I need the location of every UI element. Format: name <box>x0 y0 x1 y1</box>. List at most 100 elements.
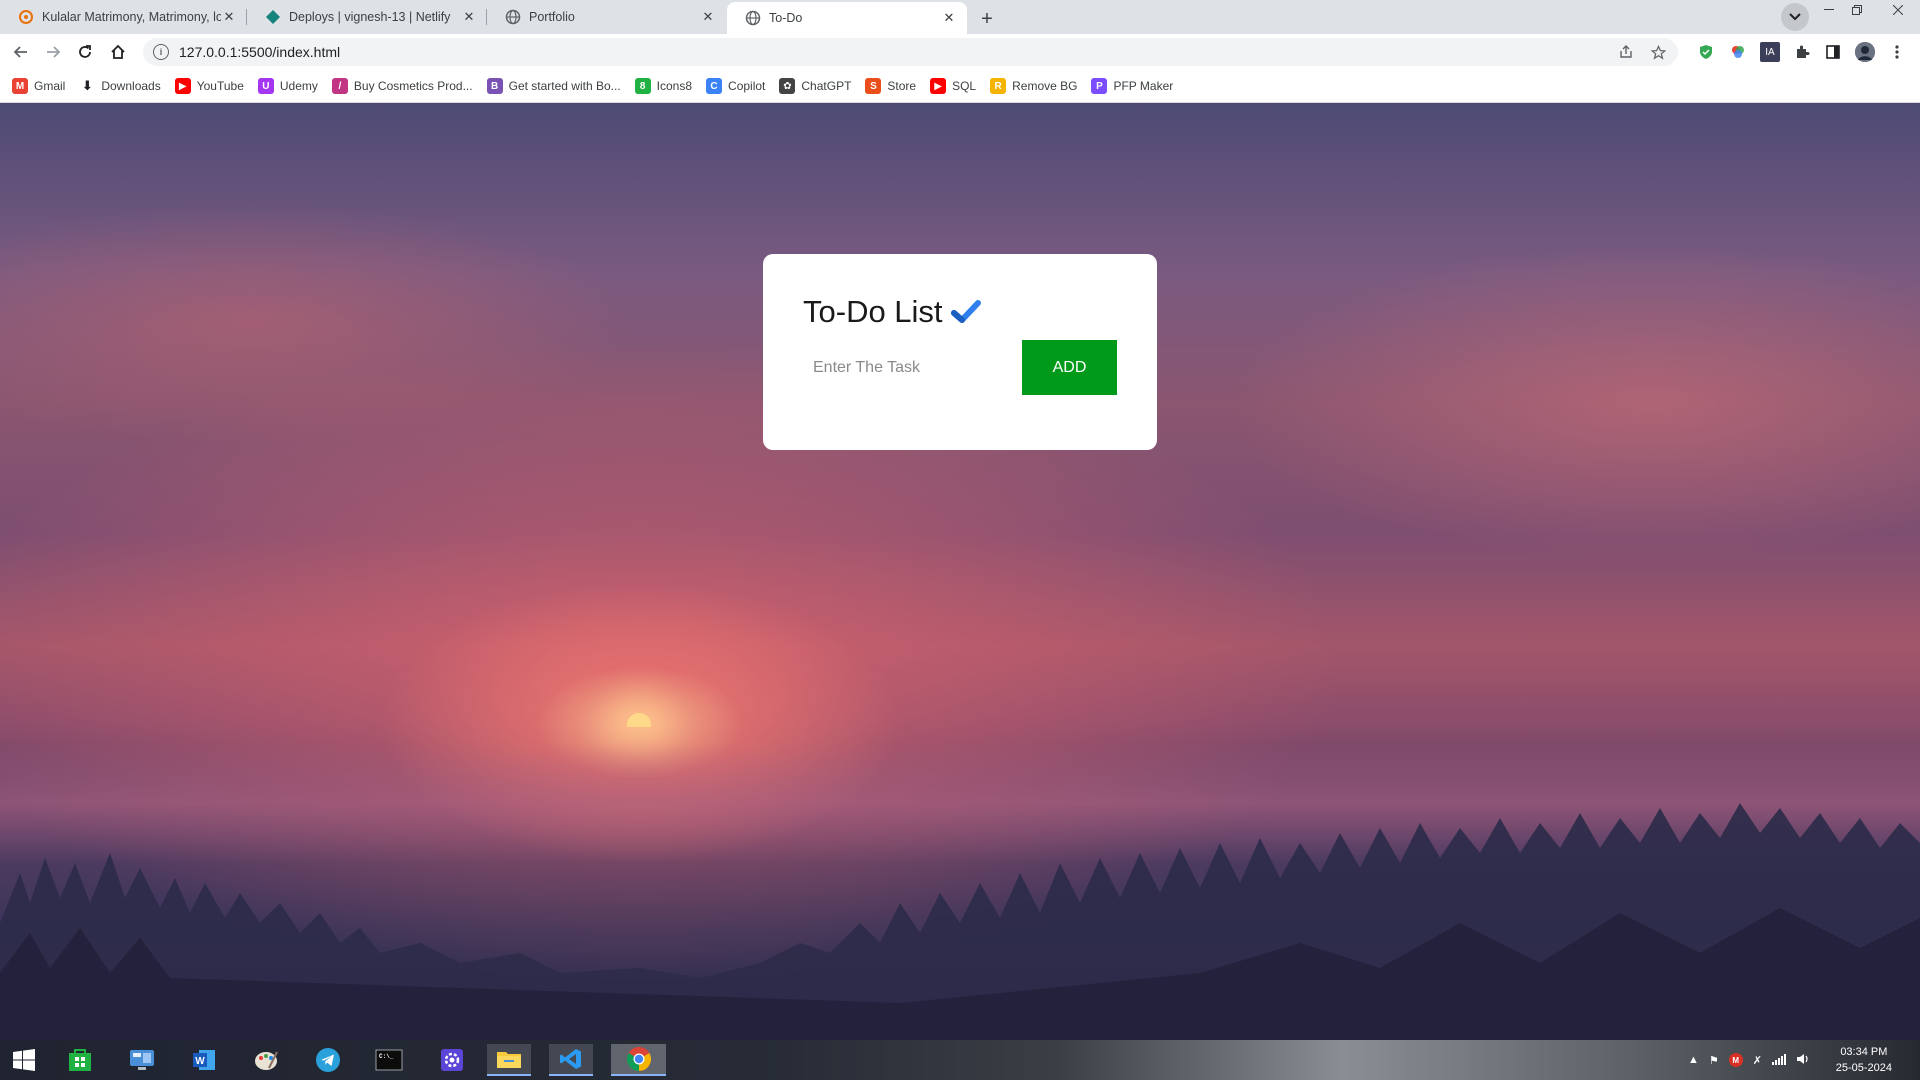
bookmark-item[interactable]: B Get started with Bo... <box>486 78 621 94</box>
copilot-icon: C <box>706 78 723 94</box>
system-tray: ▲ ⚑ M ✗ <box>1688 1040 1810 1080</box>
telegram-app-icon[interactable] <box>308 1044 348 1076</box>
chrome-app-icon[interactable] <box>611 1044 666 1076</box>
bookmark-item[interactable]: M Gmail <box>12 78 65 94</box>
close-icon[interactable]: ✕ <box>461 9 477 25</box>
flag-icon[interactable]: ⚑ <box>1709 1054 1719 1067</box>
svg-text:C:\_: C:\_ <box>379 1053 394 1060</box>
todo-title: To-Do List <box>803 294 943 329</box>
vscode-app-icon[interactable] <box>549 1044 593 1076</box>
tab-kulalar[interactable]: Kulalar Matrimony, Matrimony, lo ✕ <box>0 0 247 34</box>
bookmark-item[interactable]: P PFP Maker <box>1091 78 1173 94</box>
bookmark-item[interactable]: ⬇ Downloads <box>79 78 161 94</box>
forward-button[interactable] <box>39 38 67 66</box>
youtube-icon: ▶ <box>174 78 191 94</box>
bookmark-item[interactable]: S Store <box>865 78 916 94</box>
color-picker-extension-icon[interactable] <box>1728 42 1748 62</box>
store-app-icon[interactable] <box>60 1044 100 1076</box>
restore-button[interactable] <box>1835 0 1879 20</box>
ia-extension-icon[interactable]: IA <box>1760 42 1780 62</box>
bookmark-label: Store <box>887 79 917 93</box>
terminal-app-icon[interactable]: C:\_ <box>369 1044 409 1076</box>
kulalar-favicon <box>18 9 34 25</box>
network-status-icon[interactable]: ✗ <box>1753 1054 1762 1067</box>
control-panel-icon[interactable] <box>122 1044 162 1076</box>
add-button[interactable]: ADD <box>1022 340 1117 395</box>
share-icon[interactable] <box>1614 38 1638 66</box>
globe-icon <box>505 9 521 25</box>
bookmark-label: Buy Cosmetics Prod... <box>353 79 473 93</box>
bookmark-item[interactable]: C Copilot <box>706 78 765 94</box>
tab-title: Kulalar Matrimony, Matrimony, lo <box>42 10 221 24</box>
tab-netlify[interactable]: Deploys | vignesh-13 | Netlify ✕ <box>247 0 487 34</box>
task-input[interactable] <box>803 340 1022 395</box>
address-bar[interactable]: i 127.0.0.1:5500/index.html <box>143 38 1678 66</box>
arrow-right-icon <box>47 46 61 58</box>
bookmark-label: Udemy <box>279 79 318 93</box>
svg-text:W: W <box>195 1056 205 1067</box>
address-url[interactable]: 127.0.0.1:5500/index.html <box>179 44 340 60</box>
kebab-menu-icon[interactable] <box>1887 42 1907 62</box>
tab-title: To-Do <box>769 11 803 25</box>
close-icon[interactable]: ✕ <box>221 9 237 25</box>
wifi-signal-icon[interactable] <box>1771 1053 1786 1068</box>
tab-portfolio[interactable]: Portfolio ✕ <box>487 0 726 34</box>
volume-icon[interactable] <box>1796 1053 1810 1068</box>
side-panel-icon[interactable] <box>1823 42 1843 62</box>
tab-search-button[interactable] <box>1781 3 1809 31</box>
tab-todo[interactable]: To-Do ✕ <box>727 2 967 34</box>
taskbar-clock[interactable]: 03:34 PM 25-05-2024 <box>1836 1044 1892 1076</box>
bookmark-label: Copilot <box>728 79 766 93</box>
bookmark-label: YouTube <box>196 79 244 93</box>
window-close-button[interactable] <box>1876 0 1920 20</box>
settings-gear-icon[interactable] <box>432 1044 472 1076</box>
paint-app-icon[interactable] <box>246 1044 286 1076</box>
close-icon <box>1893 5 1903 15</box>
bookmark-item[interactable]: U Udemy <box>257 78 318 94</box>
bookmark-label: PFP Maker <box>1113 79 1174 93</box>
bookmark-item[interactable]: ✿ ChatGPT <box>779 78 851 94</box>
bookmark-item[interactable]: 8 Icons8 <box>634 78 693 94</box>
puzzle-extensions-icon[interactable] <box>1792 42 1812 62</box>
bookmark-label: ChatGPT <box>801 79 852 93</box>
cosmetics-icon: / <box>331 78 348 94</box>
bookmark-label: Icons8 <box>656 79 693 93</box>
file-explorer-icon[interactable] <box>487 1044 531 1076</box>
minimize-icon <box>1824 9 1834 10</box>
page-viewport: To-Do List ADD <box>0 103 1920 1040</box>
reload-icon <box>79 45 91 58</box>
bookmark-label: Downloads <box>101 79 161 93</box>
chatgpt-icon: ✿ <box>779 78 796 94</box>
back-button[interactable] <box>7 38 35 66</box>
checkmark-icon <box>950 300 981 323</box>
mcafee-icon[interactable]: M <box>1728 1053 1743 1067</box>
todo-card: To-Do List ADD <box>763 254 1157 450</box>
youtube-icon: ▶ <box>930 78 947 94</box>
windows-taskbar: W C:\_ ▲ ⚑ M ✗ 03:34 PM 25-05-2024 <box>0 1040 1920 1080</box>
clock-date: 25-05-2024 <box>1835 1062 1892 1074</box>
profile-avatar[interactable] <box>1855 42 1875 62</box>
new-tab-button[interactable]: + <box>973 5 1001 33</box>
store-icon: S <box>865 78 882 94</box>
close-icon[interactable]: ✕ <box>941 10 957 26</box>
bookmark-item[interactable]: ▶ YouTube <box>174 78 244 94</box>
chevron-down-icon <box>1789 13 1801 21</box>
tab-title: Deploys | vignesh-13 | Netlify <box>289 10 451 24</box>
windows-start-icon[interactable] <box>4 1044 44 1076</box>
bookmark-label: SQL <box>952 79 977 93</box>
bookmark-star-icon[interactable] <box>1646 38 1670 66</box>
arrow-left-icon <box>13 46 27 58</box>
pfp-maker-icon: P <box>1091 78 1108 94</box>
info-icon[interactable]: i <box>153 44 169 60</box>
shield-extension-icon[interactable] <box>1696 42 1716 62</box>
word-app-icon[interactable]: W <box>184 1044 224 1076</box>
bookmark-item[interactable]: / Buy Cosmetics Prod... <box>331 78 473 94</box>
bookmark-item[interactable]: ▶ SQL <box>930 78 976 94</box>
close-icon[interactable]: ✕ <box>700 9 716 25</box>
bookmark-label: Gmail <box>34 79 66 93</box>
bookmark-item[interactable]: R Remove BG <box>990 78 1077 94</box>
chevron-up-icon[interactable]: ▲ <box>1688 1054 1699 1066</box>
home-button[interactable] <box>104 38 132 66</box>
bookmark-label: Get started with Bo... <box>508 79 621 93</box>
reload-button[interactable] <box>71 38 99 66</box>
